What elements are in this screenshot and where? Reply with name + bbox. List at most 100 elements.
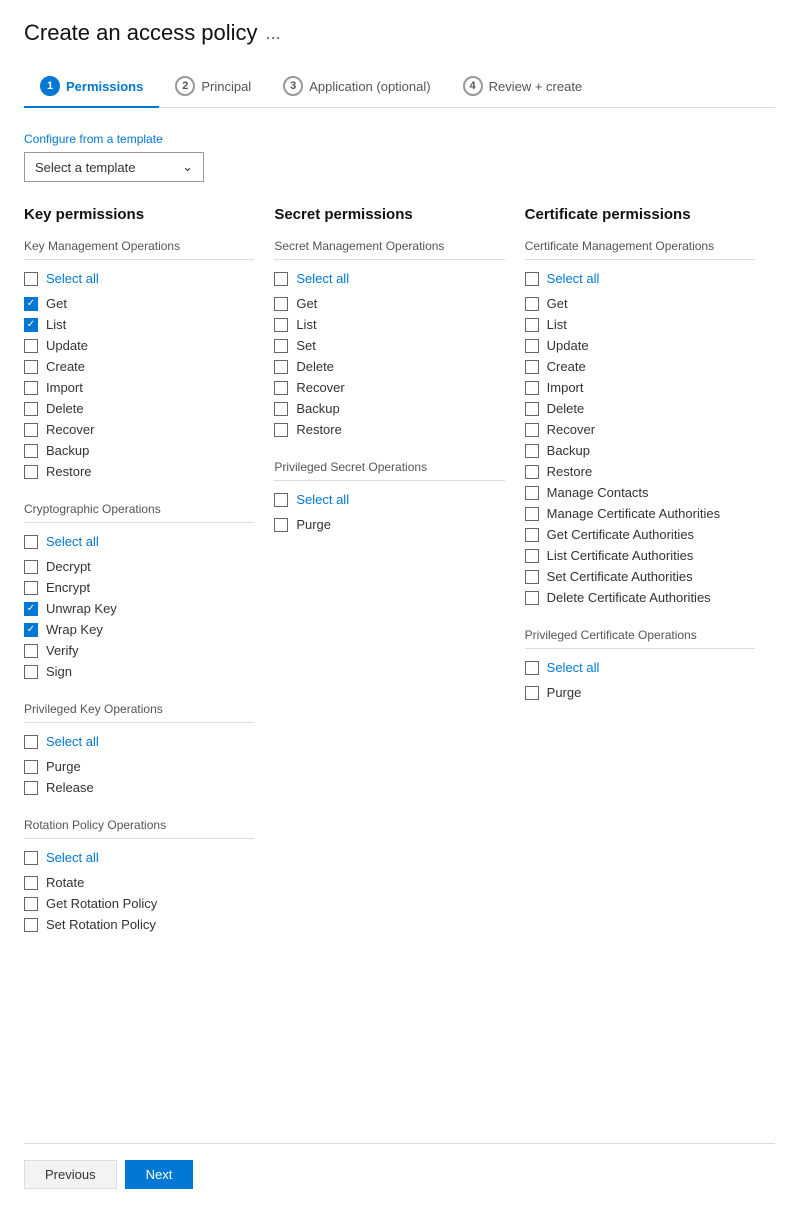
- checkbox-rotate[interactable]: [24, 876, 38, 890]
- tab-num-principal: 2: [175, 76, 195, 96]
- checkbox-select-all[interactable]: [24, 272, 38, 286]
- checkbox-get-certificate-authorities[interactable]: [525, 528, 539, 542]
- tab-num-review: 4: [463, 76, 483, 96]
- section-divider: [24, 722, 254, 723]
- checkbox-list[interactable]: [274, 318, 288, 332]
- checkbox-backup[interactable]: [274, 402, 288, 416]
- checkbox-delete[interactable]: [24, 402, 38, 416]
- checkbox-purge[interactable]: [24, 760, 38, 774]
- checkbox-select-all[interactable]: [24, 735, 38, 749]
- checkbox-label: Delete: [547, 401, 585, 416]
- checkbox-label: Create: [547, 359, 586, 374]
- checkbox-get[interactable]: [24, 297, 38, 311]
- template-select-text: Select a template: [35, 160, 135, 175]
- checkbox-row: Update: [525, 335, 755, 356]
- checkbox-row: Manage Certificate Authorities: [525, 503, 755, 524]
- checkbox-list[interactable]: [24, 318, 38, 332]
- checkbox-update[interactable]: [24, 339, 38, 353]
- checkbox-get[interactable]: [274, 297, 288, 311]
- checkbox-manage-contacts[interactable]: [525, 486, 539, 500]
- section-group-1: Privileged Certificate OperationsSelect …: [525, 628, 755, 703]
- checkbox-recover[interactable]: [274, 381, 288, 395]
- checkbox-get-rotation-policy[interactable]: [24, 897, 38, 911]
- checkbox-delete[interactable]: [525, 402, 539, 416]
- checkbox-release[interactable]: [24, 781, 38, 795]
- checkbox-set-rotation-policy[interactable]: [24, 918, 38, 932]
- checkbox-label: Recover: [46, 422, 94, 437]
- tab-label-permissions: Permissions: [66, 79, 143, 94]
- checkbox-label: Select all: [547, 660, 600, 675]
- checkbox-row: Restore: [24, 461, 254, 482]
- next-button[interactable]: Next: [125, 1160, 194, 1189]
- checkbox-import[interactable]: [525, 381, 539, 395]
- perm-col-key-permissions: Key permissionsKey Management Operations…: [24, 206, 274, 1143]
- checkbox-delete-certificate-authorities[interactable]: [525, 591, 539, 605]
- checkbox-row: Get: [274, 293, 504, 314]
- checkbox-list-certificate-authorities[interactable]: [525, 549, 539, 563]
- checkbox-purge[interactable]: [274, 518, 288, 532]
- checkbox-encrypt[interactable]: [24, 581, 38, 595]
- checkbox-row: Delete: [24, 398, 254, 419]
- checkbox-row: Decrypt: [24, 556, 254, 577]
- checkbox-select-all[interactable]: [24, 535, 38, 549]
- checkbox-label: Create: [46, 359, 85, 374]
- tab-application[interactable]: 3Application (optional): [267, 66, 446, 108]
- checkbox-select-all[interactable]: [525, 272, 539, 286]
- tab-permissions[interactable]: 1Permissions: [24, 66, 159, 108]
- checkbox-select-all[interactable]: [274, 272, 288, 286]
- checkbox-label: Restore: [547, 464, 593, 479]
- checkbox-row: Select all: [24, 847, 254, 868]
- previous-button[interactable]: Previous: [24, 1160, 117, 1189]
- checkbox-restore[interactable]: [24, 465, 38, 479]
- checkbox-list[interactable]: [525, 318, 539, 332]
- checkbox-recover[interactable]: [24, 423, 38, 437]
- checkbox-row: Get: [24, 293, 254, 314]
- checkbox-verify[interactable]: [24, 644, 38, 658]
- checkbox-row: Restore: [525, 461, 755, 482]
- checkbox-restore[interactable]: [525, 465, 539, 479]
- checkbox-set-certificate-authorities[interactable]: [525, 570, 539, 584]
- checkbox-row: Get Rotation Policy: [24, 893, 254, 914]
- checkbox-set[interactable]: [274, 339, 288, 353]
- checkbox-delete[interactable]: [274, 360, 288, 374]
- checkbox-label: Manage Contacts: [547, 485, 649, 500]
- checkbox-unwrap-key[interactable]: [24, 602, 38, 616]
- checkbox-update[interactable]: [525, 339, 539, 353]
- checkbox-create[interactable]: [24, 360, 38, 374]
- checkbox-row: Create: [24, 356, 254, 377]
- checkbox-row: Get Certificate Authorities: [525, 524, 755, 545]
- checkbox-get[interactable]: [525, 297, 539, 311]
- checkbox-backup[interactable]: [24, 444, 38, 458]
- checkbox-row: Select all: [24, 268, 254, 289]
- checkbox-row: Backup: [24, 440, 254, 461]
- checkbox-purge[interactable]: [525, 686, 539, 700]
- checkbox-select-all[interactable]: [525, 661, 539, 675]
- checkbox-wrap-key[interactable]: [24, 623, 38, 637]
- checkbox-select-all[interactable]: [24, 851, 38, 865]
- template-select-dropdown[interactable]: Select a template ⌄: [24, 152, 204, 182]
- checkbox-row: Select all: [274, 489, 504, 510]
- checkbox-label: Get: [296, 296, 317, 311]
- checkbox-label: List: [547, 317, 567, 332]
- template-section: Configure from a template Select a templ…: [24, 132, 775, 182]
- checkbox-sign[interactable]: [24, 665, 38, 679]
- checkbox-row: Get: [525, 293, 755, 314]
- section-group-2: Privileged Key OperationsSelect allPurge…: [24, 702, 254, 798]
- checkbox-row: Recover: [274, 377, 504, 398]
- checkbox-label: Recover: [547, 422, 595, 437]
- checkbox-recover[interactable]: [525, 423, 539, 437]
- checkbox-row: List: [274, 314, 504, 335]
- checkbox-create[interactable]: [525, 360, 539, 374]
- checkbox-row: Select all: [24, 731, 254, 752]
- checkbox-row: List: [525, 314, 755, 335]
- checkbox-select-all[interactable]: [274, 493, 288, 507]
- checkbox-decrypt[interactable]: [24, 560, 38, 574]
- checkbox-import[interactable]: [24, 381, 38, 395]
- tab-review[interactable]: 4Review + create: [447, 66, 599, 108]
- checkbox-restore[interactable]: [274, 423, 288, 437]
- tab-label-application: Application (optional): [309, 79, 430, 94]
- tab-principal[interactable]: 2Principal: [159, 66, 267, 108]
- checkbox-backup[interactable]: [525, 444, 539, 458]
- checkbox-label: Select all: [46, 734, 99, 749]
- checkbox-manage-certificate-authorities[interactable]: [525, 507, 539, 521]
